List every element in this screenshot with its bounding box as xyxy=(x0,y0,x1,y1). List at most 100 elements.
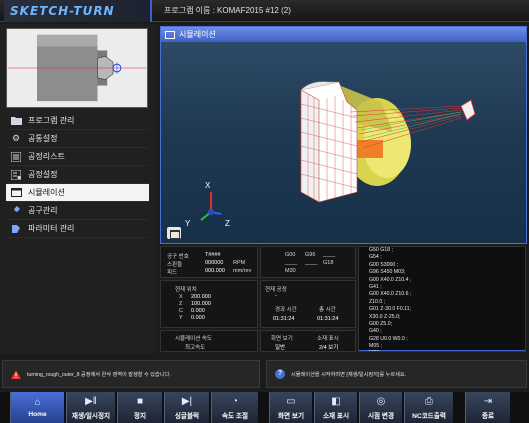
warning-message-bar: turning_rough_outer_8 공정에서 완삭 영역이 발생할 수 … xyxy=(2,360,260,388)
material-icon: ◧ xyxy=(331,395,341,407)
home-button-label: Home xyxy=(28,411,47,418)
speed-value: 최고속도 xyxy=(185,345,206,351)
total-time-label: 총 시간 xyxy=(319,307,336,313)
material-view-value: 2/4 보기 xyxy=(319,345,339,351)
axis-c-label: C xyxy=(179,308,183,314)
screen-view-label: 화면 보기 xyxy=(271,336,293,342)
view-toggle-button[interactable] xyxy=(167,227,181,239)
sidebar-item-parameter-management[interactable]: 파라미터 관리 xyxy=(6,220,149,238)
sidebar-item-label: 공구관리 xyxy=(28,206,58,215)
sidebar-item-tool-management[interactable]: 공구관리 xyxy=(6,202,149,220)
simulation-scene: X Y Z xyxy=(185,81,476,228)
nc-code-line[interactable]: X30.0 Z-25.0; xyxy=(359,314,525,321)
spindle-label: 스핀들 xyxy=(167,262,183,268)
nc-code-line[interactable]: G00 X40.0 Z10.4 ; xyxy=(359,277,525,284)
sidebar-item-process-settings[interactable]: 공정설정 xyxy=(6,166,149,184)
viewpoint-change-button[interactable]: ◎ 시점 변경 xyxy=(359,392,403,423)
bottom-toolbar: ⌂ Home ▶‖ 재생/일시정지 ■ 정지 ▶| 싱글블럭 ◔ 속도 조절 ▭… xyxy=(0,392,529,423)
nc-code-line[interactable]: Z10.0 ; xyxy=(359,299,525,306)
sidebar-item-process-list[interactable]: 공정리스트 xyxy=(6,148,149,166)
exit-button-label: 종료 xyxy=(481,412,495,420)
info-icon: ? xyxy=(275,369,285,379)
position-title: 현재 위치 xyxy=(175,287,197,293)
sidebar-item-simulation[interactable]: 시뮬레이션 xyxy=(6,184,149,202)
nc-code-line[interactable]: G40 ; xyxy=(359,328,525,335)
nc-code-line[interactable]: G41 ; xyxy=(359,284,525,291)
exit-button[interactable]: ⇥ 종료 xyxy=(465,392,511,423)
spindle-value: 000000 xyxy=(205,260,224,266)
sidebar-item-label: 프로그램 관리 xyxy=(28,116,75,125)
speed-label: 시뮬레이션 속도 xyxy=(175,336,212,342)
modal-code: ____ xyxy=(323,252,336,258)
tool-number-label: 공구 번호 xyxy=(167,254,189,260)
feed-unit: mm/rev xyxy=(233,268,252,274)
speed-control-button[interactable]: ◔ 속도 조절 xyxy=(211,392,259,423)
modal-code: G18 xyxy=(323,260,334,266)
modal-code: ____ xyxy=(285,260,298,266)
nc-code-line[interactable]: M30 ; xyxy=(359,350,525,351)
title-bar: SKETCH-TURN 프로그램 이름 : KOMAF2015 #12 (2) xyxy=(0,0,529,22)
nc-code-line[interactable]: G96 S450 M03; xyxy=(359,269,525,276)
nc-code-line[interactable]: G54 ; xyxy=(359,254,525,261)
axis-x-label: X xyxy=(179,294,183,300)
nc-code-line[interactable]: G00 Z5.0; xyxy=(359,321,525,328)
warning-icon xyxy=(11,369,21,379)
modal-code: M30 xyxy=(285,268,296,274)
display-mode-box: 화면 보기 소재 표시 일반 2/4 보기 xyxy=(260,330,356,352)
feed-value: 000.000 xyxy=(205,268,225,274)
simulation-speed-box: 시뮬레이션 속도 최고속도 xyxy=(160,330,258,352)
stop-button-label: 정지 xyxy=(133,412,147,420)
nc-code-list[interactable]: G50 G18 ; G54 ; G00 S3000 ; G96 S450 M03; G0… xyxy=(358,246,526,352)
nc-code-line[interactable]: G28 U0.0 W0.0 ; xyxy=(359,336,525,343)
material-display-button-label: 소재 표시 xyxy=(322,412,350,420)
nc-code-line[interactable]: G00 S3000 ; xyxy=(359,262,525,269)
sidebar-item-label: 파라미터 관리 xyxy=(28,224,75,233)
speed-control-button-label: 속도 조절 xyxy=(221,412,249,420)
speedometer-icon: ◔ xyxy=(231,395,239,407)
simulation-header: 시뮬레이션 xyxy=(161,27,526,42)
play-pause-icon: ▶‖ xyxy=(85,395,97,407)
viewpoint-change-button-label: 시점 변경 xyxy=(367,412,395,420)
axis-c-value: 0.000 xyxy=(191,308,205,314)
axis-label-z: Z xyxy=(225,219,230,228)
screen-icon: ▭ xyxy=(286,395,296,407)
cutting-tool xyxy=(460,99,476,121)
elapsed-time-value: 01:31:24 xyxy=(273,316,295,322)
single-block-button[interactable]: ▶| 싱글블럭 xyxy=(164,392,210,423)
tool-number-value: T#### xyxy=(205,252,221,258)
nc-code-line[interactable]: M05 ; xyxy=(359,343,525,350)
sidebar-item-label: 공정설정 xyxy=(28,170,58,179)
sidebar-item-label: 공통설정 xyxy=(28,134,58,143)
tool-icon xyxy=(10,205,22,217)
nc-code-output-button[interactable]: ⎙ NC코드출력 xyxy=(404,392,454,423)
single-block-button-label: 싱글블럭 xyxy=(174,412,200,420)
sidebar-item-common-settings[interactable]: ⚙ 공통설정 xyxy=(6,130,149,148)
tool-info-box: 공구 번호 T#### 스핀들 000000 RPM 피드 000.000 mm… xyxy=(160,246,258,278)
sidebar-item-program-management[interactable]: 프로그램 관리 xyxy=(6,112,149,130)
window-icon xyxy=(165,30,175,39)
home-icon: ⌂ xyxy=(34,397,41,408)
printer-icon: ⎙ xyxy=(425,395,433,407)
part-preview-thumbnail xyxy=(6,28,148,108)
exit-icon: ⇥ xyxy=(483,395,493,407)
material-view-label: 소재 표시 xyxy=(317,336,339,342)
axis-x-value: 200.000 xyxy=(191,294,211,300)
screen-view-button[interactable]: ▭ 화면 보기 xyxy=(269,392,313,423)
axis-y-value: 0.000 xyxy=(191,315,205,321)
info-message-bar: ? 시뮬레이션을 시작하려면 [재생/일시정지]를 누르세요. xyxy=(266,360,527,388)
nc-code-line[interactable]: G00 X40.0 Z10.6 ; xyxy=(359,291,525,298)
material-display-button[interactable]: ◧ 소재 표시 xyxy=(314,392,358,423)
nc-code-line[interactable]: G01 Z-30.0 F0.11; xyxy=(359,306,525,313)
current-process-box: 현재 공정 - 경과 시간 총 시간 01:31:24 01:31:24 xyxy=(260,280,356,328)
gear-icon: ⚙ xyxy=(11,133,21,143)
stop-button[interactable]: ■ 정지 xyxy=(117,392,163,423)
simulation-title: 시뮬레이션 xyxy=(179,30,216,39)
sidebar-item-label: 시뮬레이션 xyxy=(28,188,65,197)
home-button[interactable]: ⌂ Home xyxy=(10,392,65,423)
modal-codes-box: G00 G96 ____ ____ ____ G18 M30 xyxy=(260,246,356,278)
simulation-viewport[interactable]: X Y Z xyxy=(161,42,526,243)
axis-y-label: Y xyxy=(179,315,183,321)
nc-code-line[interactable]: G50 G18 ; xyxy=(359,247,525,254)
screen-view-value: 일반 xyxy=(275,345,286,351)
play-pause-button[interactable]: ▶‖ 재생/일시정지 xyxy=(66,392,116,423)
